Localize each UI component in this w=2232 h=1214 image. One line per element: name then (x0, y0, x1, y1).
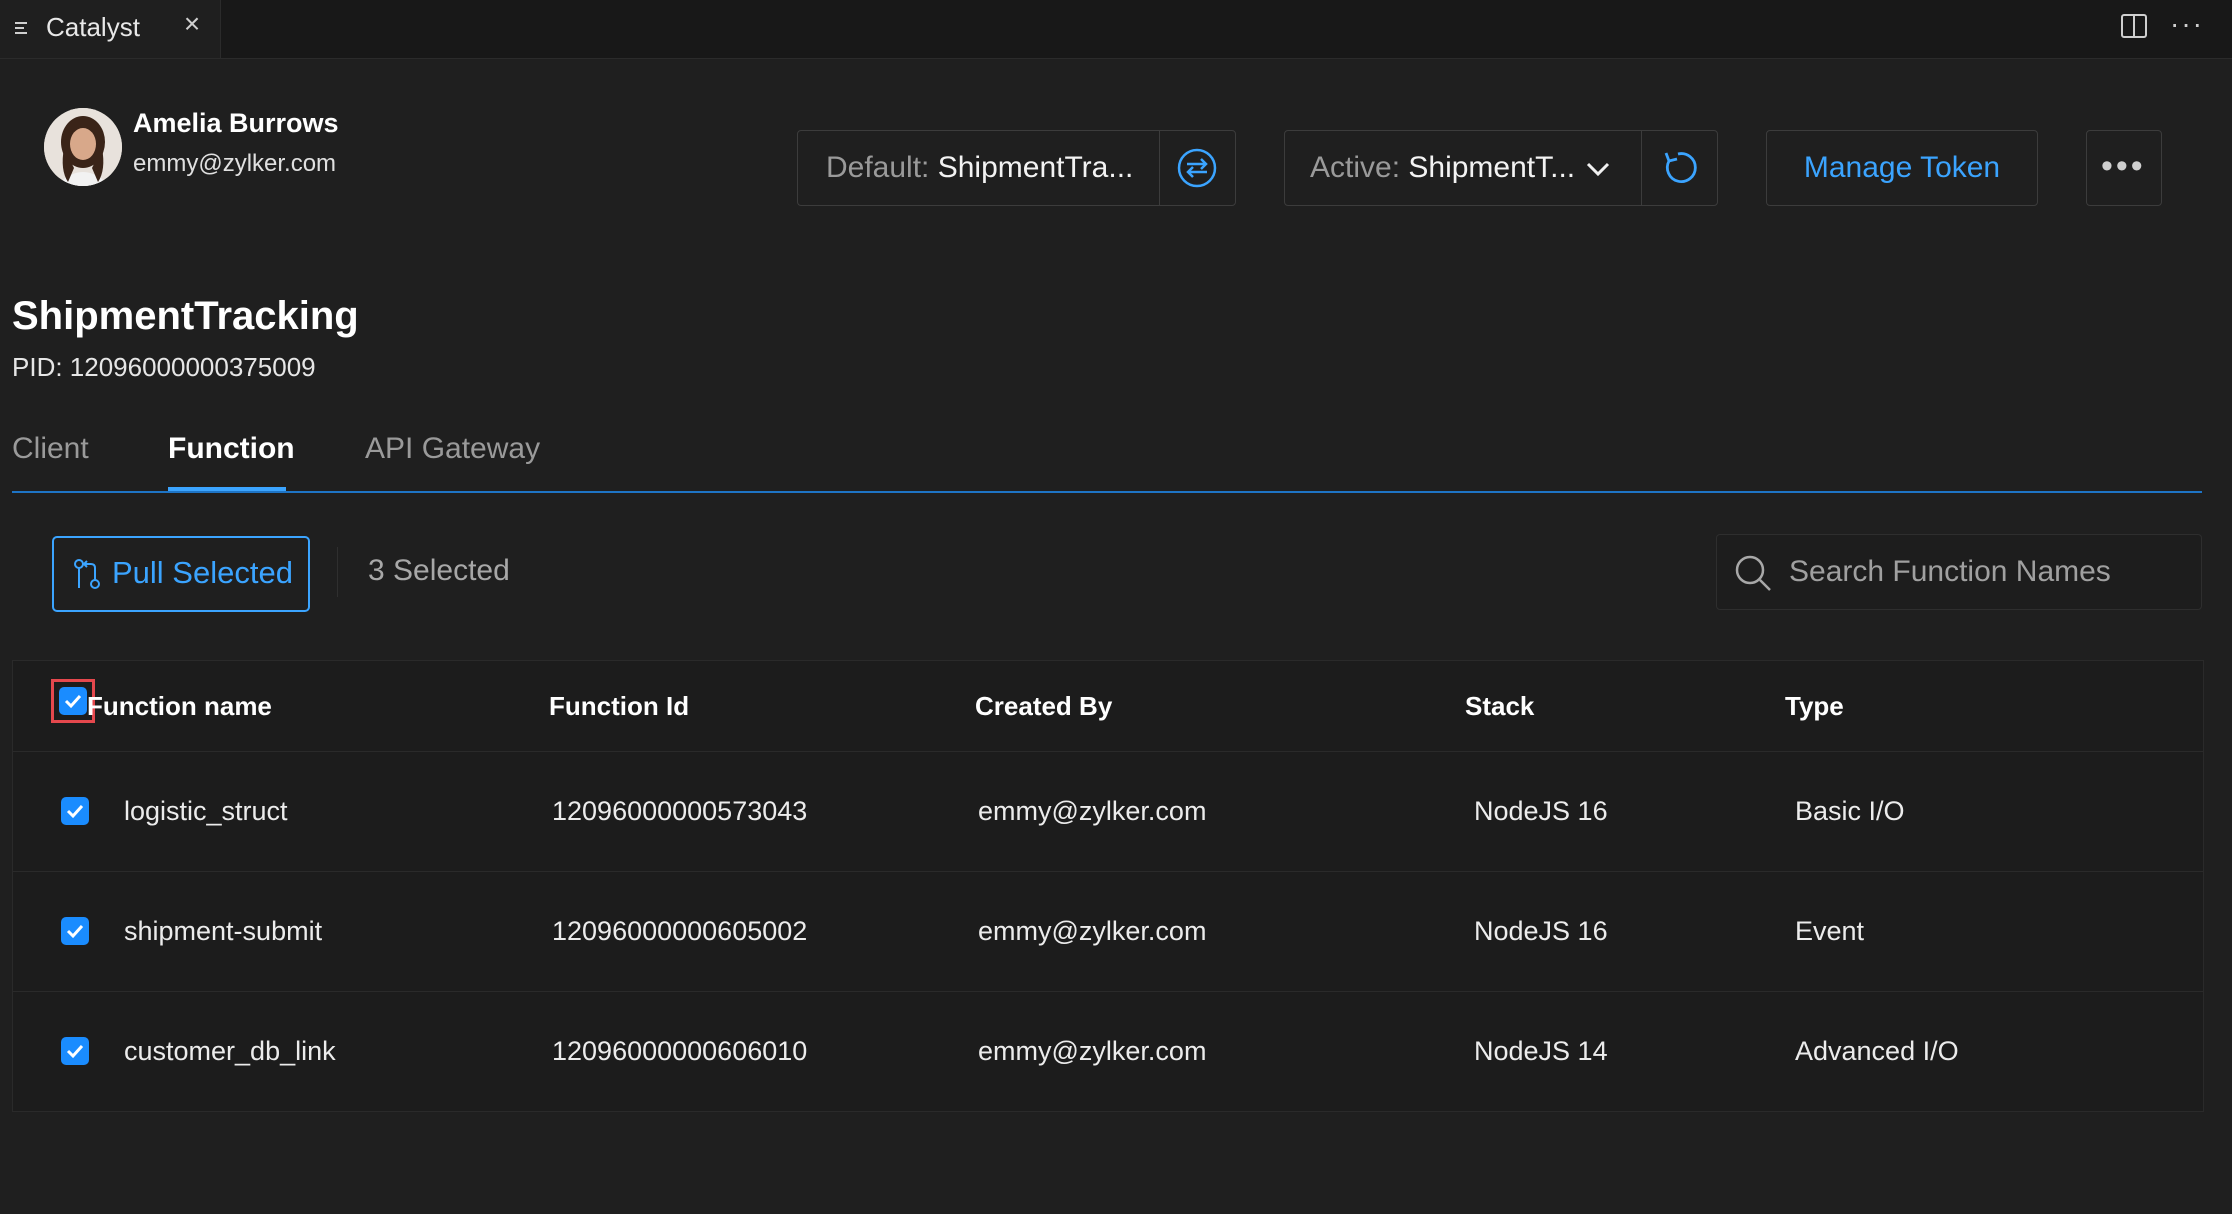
active-value: ShipmentT... (1408, 151, 1576, 184)
tabs-divider (12, 491, 2202, 493)
cell-created-by: emmy@zylker.com (978, 916, 1207, 946)
cell-stack: NodeJS 16 (1474, 916, 1608, 946)
search-box (1716, 534, 2202, 610)
divider (1641, 131, 1642, 205)
row-checkbox[interactable] (61, 917, 89, 945)
cell-created-by: emmy@zylker.com (978, 796, 1207, 826)
tab-title: Catalyst (46, 12, 140, 42)
cell-type: Advanced I/O (1795, 1036, 1959, 1066)
cell-stack: NodeJS 16 (1474, 796, 1608, 826)
user-email: emmy@zylker.com (133, 150, 337, 177)
pull-selected-button[interactable]: Pull Selected (52, 536, 310, 612)
table-header: Function name Function Id Created By Sta… (13, 661, 2203, 752)
editor-tab[interactable]: Catalyst × (0, 0, 221, 58)
column-header-function-name: Function name (87, 691, 272, 721)
tab-client[interactable]: Client (12, 432, 89, 466)
title-bar: Catalyst × ··· (0, 0, 2232, 59)
select-all-checkbox[interactable] (59, 687, 87, 715)
avatar (44, 108, 122, 186)
table-row[interactable]: customer_db_link 12096000000606010 emmy@… (13, 991, 2203, 1112)
column-header-created-by: Created By (975, 691, 1113, 721)
check-icon (66, 924, 84, 939)
selected-count: 3 Selected (368, 554, 510, 587)
split-editor-icon[interactable] (2120, 12, 2148, 40)
column-header-function-id: Function Id (549, 691, 690, 721)
row-checkbox[interactable] (61, 797, 89, 825)
active-project-selector: Active: ShipmentT... (1284, 130, 1718, 206)
default-value: ShipmentTra... (937, 151, 1134, 184)
refresh-icon[interactable] (1657, 147, 1699, 189)
default-project-text[interactable]: Default: ShipmentTra... (826, 151, 1133, 185)
cell-function-name: customer_db_link (124, 1036, 336, 1066)
cell-function-name: shipment-submit (124, 916, 323, 946)
cell-function-id: 12096000000606010 (552, 1036, 808, 1066)
divider (1159, 131, 1160, 205)
switch-icon[interactable] (1176, 147, 1218, 189)
menu-icon (15, 22, 27, 34)
column-header-stack: Stack (1465, 691, 1535, 721)
cell-function-id: 12096000000605002 (552, 916, 808, 946)
tab-function[interactable]: Function (168, 432, 295, 466)
close-icon[interactable]: × (180, 10, 204, 38)
column-header-type: Type (1785, 691, 1844, 721)
active-label: Active: (1310, 151, 1401, 184)
cell-stack: NodeJS 14 (1474, 1036, 1608, 1066)
check-icon (66, 804, 84, 819)
divider (337, 547, 338, 597)
check-icon (66, 1044, 84, 1059)
table-row[interactable]: shipment-submit 12096000000605002 emmy@z… (13, 871, 2203, 992)
more-icon[interactable]: ··· (2170, 8, 2204, 40)
cell-function-id: 12096000000573043 (552, 796, 808, 826)
chevron-down-icon[interactable] (1585, 157, 1611, 181)
pull-selected-label: Pull Selected (112, 555, 293, 590)
page-title: ShipmentTracking (12, 294, 359, 338)
default-label: Default: (826, 151, 930, 184)
active-project-dropdown[interactable]: Active: ShipmentT... (1310, 151, 1575, 185)
functions-table: Function name Function Id Created By Sta… (12, 660, 2204, 1112)
more-actions-button[interactable]: ••• (2086, 130, 2162, 206)
default-project-selector: Default: ShipmentTra... (797, 130, 1236, 206)
project-pid: PID: 12096000000375009 (12, 352, 316, 382)
cell-type: Basic I/O (1795, 796, 1905, 826)
pull-request-icon (74, 559, 100, 589)
cell-type: Event (1795, 916, 1865, 946)
search-icon (1735, 555, 1771, 591)
row-checkbox[interactable] (61, 1037, 89, 1065)
cell-function-name: logistic_struct (124, 796, 288, 826)
check-icon (64, 694, 82, 709)
user-name: Amelia Burrows (133, 108, 339, 138)
table-row[interactable]: logistic_struct 12096000000573043 emmy@z… (13, 751, 2203, 872)
manage-token-button[interactable]: Manage Token (1766, 130, 2038, 206)
cell-created-by: emmy@zylker.com (978, 1036, 1207, 1066)
kebab-icon: ••• (2101, 147, 2146, 185)
tab-api-gateway[interactable]: API Gateway (365, 432, 540, 466)
search-input[interactable] (1787, 547, 2191, 597)
